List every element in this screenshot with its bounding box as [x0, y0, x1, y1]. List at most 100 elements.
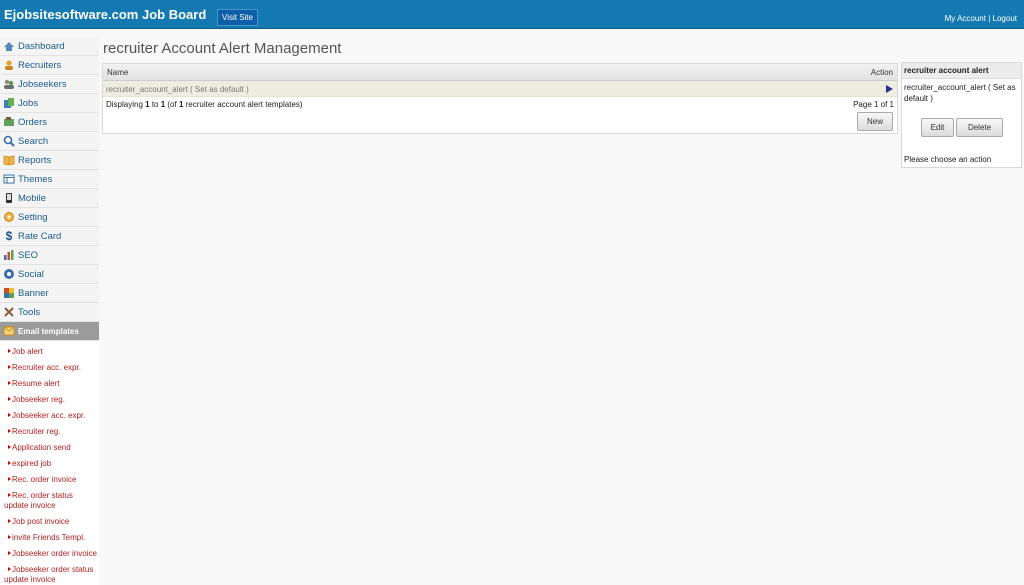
account-links: My Account | Logout [945, 14, 1017, 23]
sidebar-item-social[interactable]: Social [0, 265, 99, 284]
sidebar-item-label: Orders [18, 116, 48, 128]
arrow-icon [8, 413, 11, 418]
envelope-icon [3, 325, 15, 337]
edit-button[interactable]: Edit [921, 118, 954, 137]
tools-icon [3, 306, 15, 318]
sub-item-jobseeker-acc-expr[interactable]: Jobseeker acc. expr. [0, 408, 99, 424]
column-header-name[interactable]: Name [107, 68, 128, 77]
arrow-icon [8, 493, 11, 498]
sidebar-item-label: Dashboard [18, 40, 65, 52]
sidebar-item-label: Banner [18, 287, 49, 299]
sidebar-item-label: Reports [18, 154, 52, 166]
templates-grid: Name Action recruiter_account_alert ( Se… [102, 63, 898, 134]
sidebar-item-label: Rate Card [18, 230, 62, 242]
users-icon [3, 78, 15, 90]
sidebar-item-rate-card[interactable]: $ Rate Card [0, 227, 99, 246]
selected-template: recruiter_account_alert ( Set as default… [904, 83, 1016, 103]
sub-item-job-post-invoice[interactable]: Job post invoice [0, 514, 99, 530]
home-icon [3, 40, 15, 52]
jobs-icon [3, 97, 15, 109]
sub-item-rec-order-invoice[interactable]: Rec. order invoice [0, 472, 99, 488]
search-icon [3, 135, 15, 147]
arrow-icon [8, 477, 11, 482]
grid-paging-summary: Displaying 1 to 1 (of 1 recruiter accoun… [106, 100, 303, 109]
sub-item-resume-alert[interactable]: Resume alert [0, 376, 99, 392]
sidebar-item-label: Recruiters [18, 59, 62, 71]
sidebar-item-banner[interactable]: Banner [0, 284, 99, 303]
arrow-icon [8, 461, 11, 466]
themes-icon [3, 173, 15, 185]
arrow-icon [8, 445, 11, 450]
sidebar-item-label: Jobseekers [18, 78, 67, 90]
banner-icon [3, 287, 15, 299]
arrow-icon [8, 519, 11, 524]
arrow-icon [8, 429, 11, 434]
arrow-icon [8, 349, 11, 354]
sub-item-invite-friends-templ[interactable]: invite Friends Templ. [0, 530, 99, 546]
sidebar-item-setting[interactable]: Setting [0, 208, 99, 227]
sidebar-item-jobs[interactable]: Jobs [0, 94, 99, 113]
mobile-icon [3, 192, 15, 204]
sub-item-job-alert[interactable]: Job alert [0, 344, 99, 360]
user-icon [3, 59, 15, 71]
arrow-icon [8, 397, 11, 402]
sub-item-recruiter-reg[interactable]: Recruiter reg. [0, 424, 99, 440]
sidebar: Dashboard Recruiters Jobseekers Jobs Ord… [0, 37, 99, 585]
sub-item-jobseeker-order-status-update-invoice[interactable]: Jobseeker order status update invoice [0, 562, 99, 585]
sidebar-item-label: Social [18, 268, 44, 280]
book-icon [3, 154, 15, 166]
sub-item-jobseeker-reg[interactable]: Jobseeker reg. [0, 392, 99, 408]
dollar-icon: $ [5, 229, 13, 243]
sidebar-item-email-templates[interactable]: Email templates [0, 322, 99, 341]
sidebar-item-jobseekers[interactable]: Jobseekers [0, 75, 99, 94]
sidebar-item-label: Setting [18, 211, 48, 223]
sub-item-rec-order-status-update-invoice[interactable]: Rec. order status update invoice [0, 488, 99, 514]
orders-icon [3, 116, 15, 128]
arrow-icon [8, 381, 11, 386]
globe-icon [3, 268, 15, 280]
visit-site-button[interactable]: Visit Site [217, 9, 258, 26]
sidebar-item-label: Mobile [18, 192, 46, 204]
sidebar-item-recruiters[interactable]: Recruiters [0, 56, 99, 75]
sidebar-item-search[interactable]: Search [0, 132, 99, 151]
sidebar-item-mobile[interactable]: Mobile [0, 189, 99, 208]
page-number: Page 1 of 1 [853, 100, 894, 109]
site-brand[interactable]: Ejobsitesoftware.com Job Board [4, 7, 206, 22]
play-icon[interactable] [886, 85, 893, 93]
sidebar-item-label: Search [18, 135, 49, 147]
arrow-icon [8, 551, 11, 556]
column-header-action: Action [870, 68, 893, 77]
action-panel: recruiter account alert recruiter_accoun… [901, 62, 1022, 168]
page-title: recruiter Account Alert Management [103, 40, 342, 57]
link-separator: | [988, 14, 991, 23]
sidebar-item-label: Jobs [18, 97, 39, 109]
arrow-icon [8, 365, 11, 370]
sub-item-jobseeker-order-invoice[interactable]: Jobseeker order invoice [0, 546, 99, 562]
sidebar-item-label: Email templates [18, 326, 79, 336]
gear-icon [3, 211, 15, 223]
new-button[interactable]: New [857, 112, 893, 131]
panel-message: Please choose an action [904, 155, 992, 164]
table-row[interactable]: recruiter_account_alert ( Set as default… [103, 81, 897, 97]
sidebar-item-seo[interactable]: SEO [0, 246, 99, 265]
grid-header: Name Action [103, 64, 897, 81]
sidebar-item-reports[interactable]: Reports [0, 151, 99, 170]
sidebar-item-orders[interactable]: Orders [0, 113, 99, 132]
sidebar-item-label: Themes [18, 173, 53, 185]
my-account-link[interactable]: My Account [945, 14, 986, 23]
panel-title: recruiter account alert [902, 63, 1021, 79]
sidebar-item-tools[interactable]: Tools [0, 303, 99, 322]
sidebar-item-label: Tools [18, 306, 41, 318]
sidebar-item-themes[interactable]: Themes [0, 170, 99, 189]
email-template-list: Job alert Recruiter acc. expr. Resume al… [0, 341, 99, 585]
delete-button[interactable]: Delete [956, 118, 1003, 137]
top-bar: Ejobsitesoftware.com Job Board Visit Sit… [0, 0, 1024, 29]
sub-item-recruiter-acc-expr[interactable]: Recruiter acc. expr. [0, 360, 99, 376]
sub-item-application-send[interactable]: Application send [0, 440, 99, 456]
sidebar-item-dashboard[interactable]: Dashboard [0, 37, 99, 56]
sidebar-item-label: SEO [18, 249, 39, 261]
logout-link[interactable]: Logout [993, 14, 1017, 23]
sub-item-expired-job[interactable]: expired job [0, 456, 99, 472]
chart-icon [3, 249, 15, 261]
template-name-cell[interactable]: recruiter_account_alert ( Set as default… [106, 85, 249, 94]
